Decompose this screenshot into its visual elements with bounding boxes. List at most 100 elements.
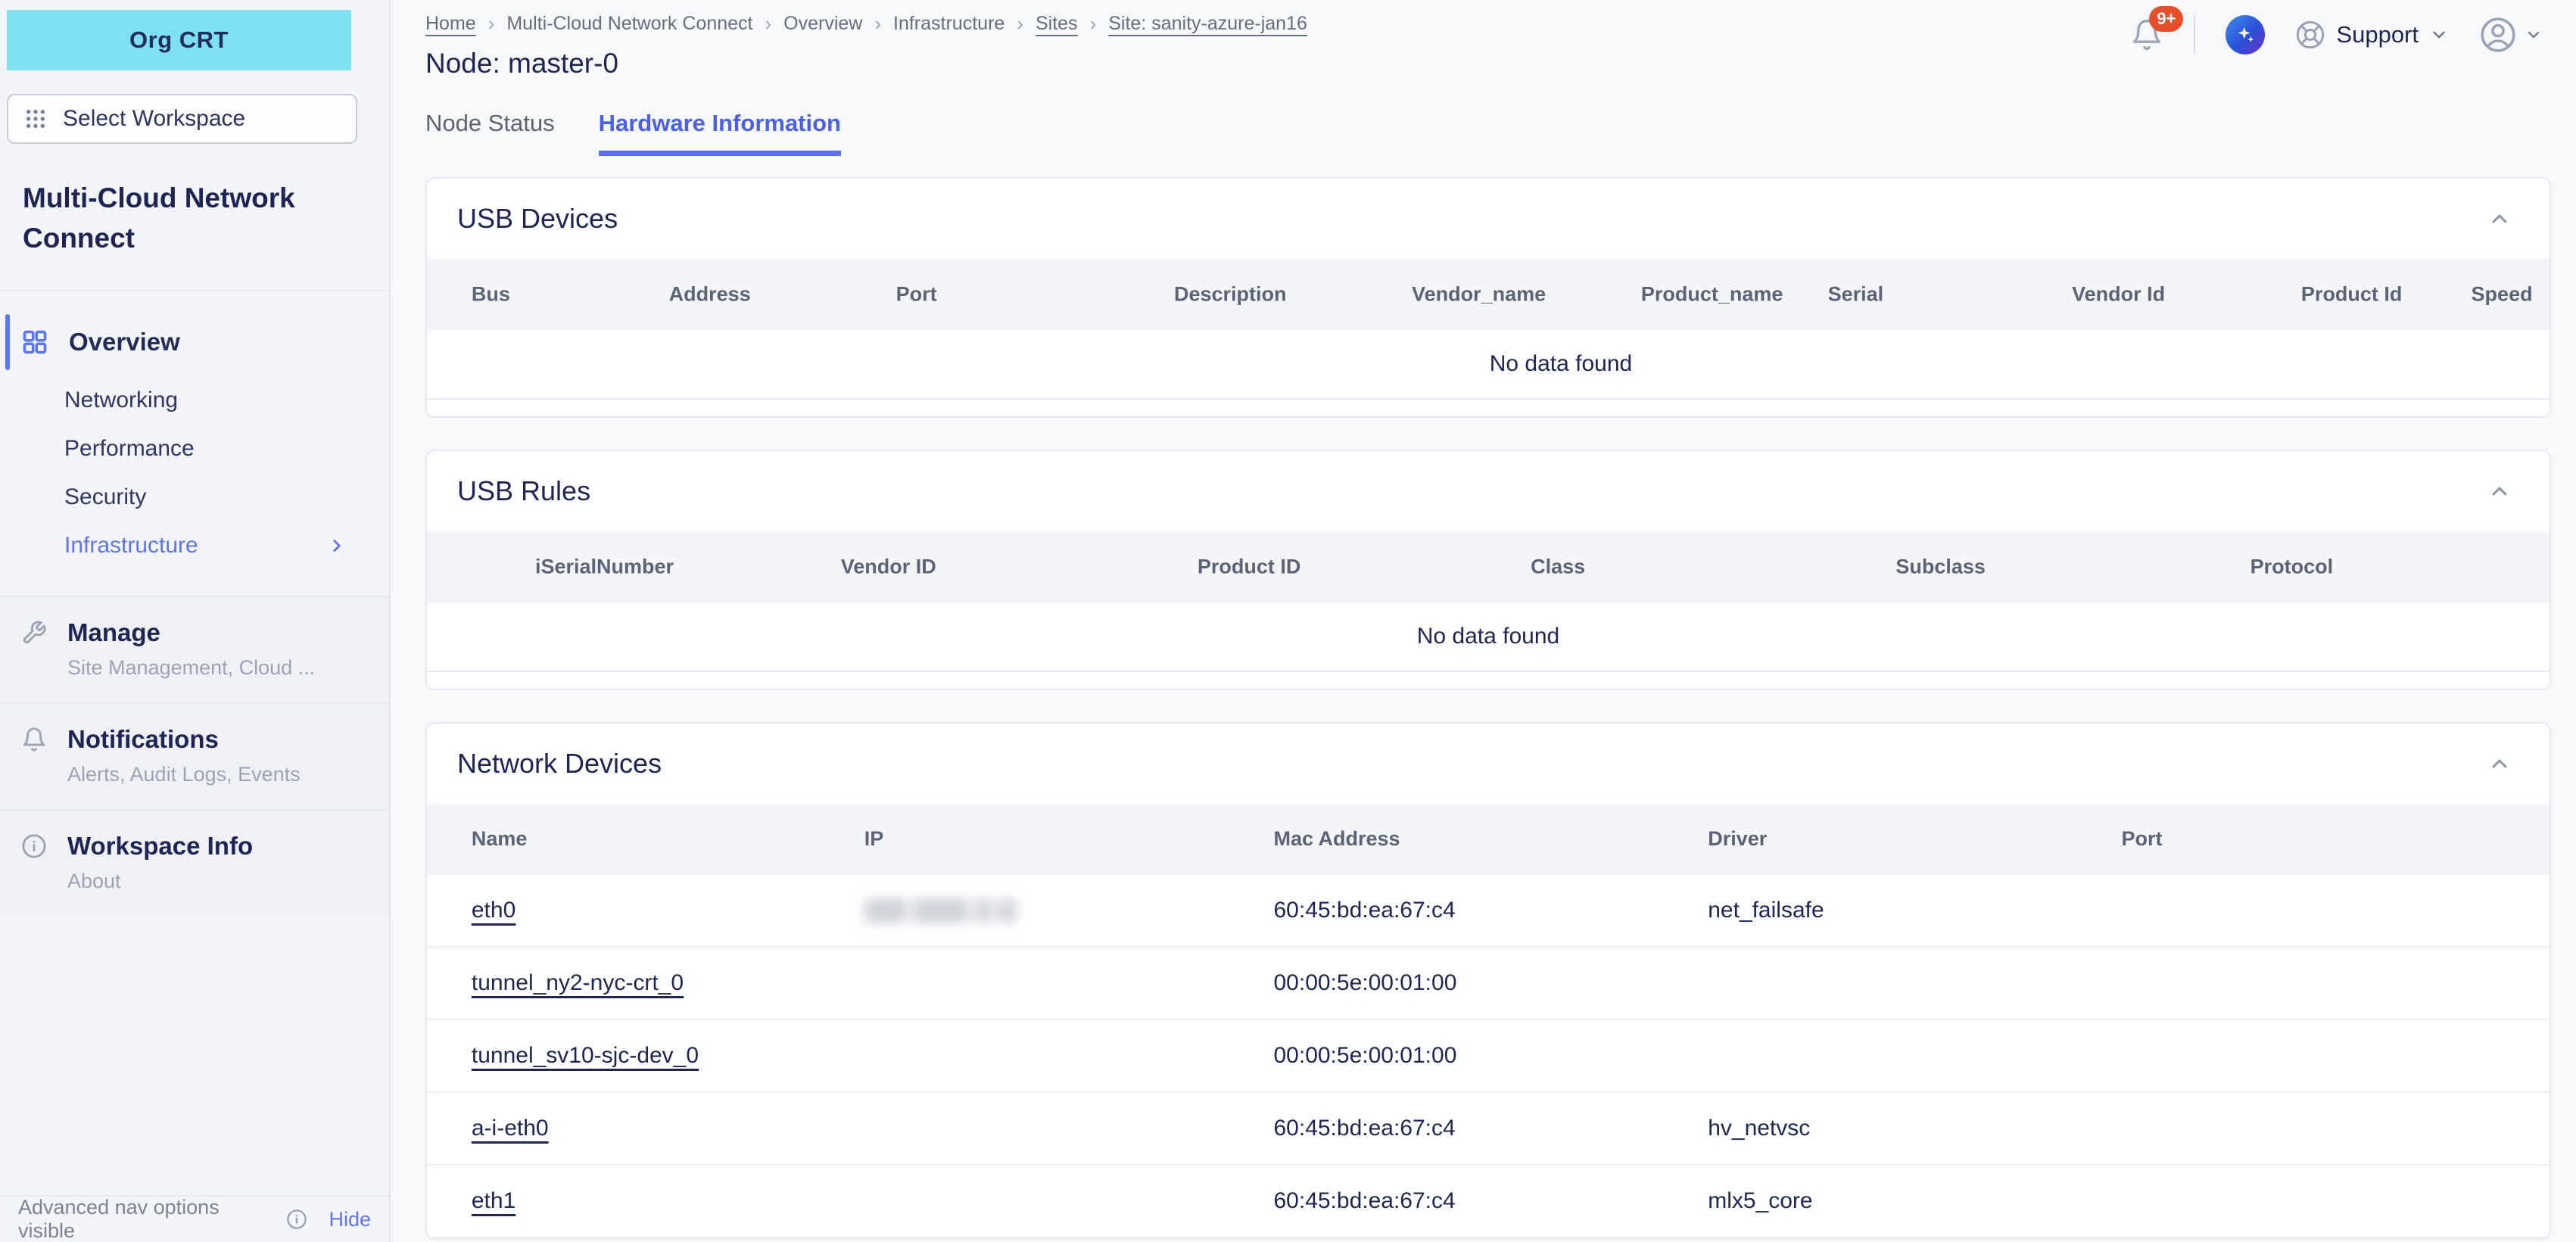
column-header: Port [896,282,937,306]
sidebar-footer: Advanced nav options visible Hide [0,1195,389,1242]
sidebar-item-subtitle: About [67,870,389,893]
breadcrumb-infrastructure[interactable]: Infrastructure [893,13,1005,35]
sidebar-item-workspace-info[interactable]: Workspace Info About [0,809,389,916]
breadcrumb-home[interactable]: Home [425,13,476,35]
mac-address-cell: 60:45:bd:ea:67:c4 [1273,1116,1708,1141]
column-header: Vendor_name [1412,282,1546,306]
usb-devices-card: USB Devices Bus Address Port Description… [425,177,2551,418]
sidebar-item-label: Infrastructure [64,533,198,559]
tab-node-status[interactable]: Node Status [425,110,555,156]
support-label: Support [2336,21,2419,48]
sidebar-item-infrastructure[interactable]: Infrastructure [0,521,389,570]
sidebar-item-label: Security [64,484,146,510]
ai-assistant-button[interactable] [2226,15,2265,54]
breadcrumb-separator: › [874,12,881,36]
collapse-chevron-icon[interactable] [2487,207,2512,231]
column-header: IP [864,827,1274,851]
breadcrumb-overview[interactable]: Overview [783,13,862,35]
device-link-a-i-eth0[interactable]: a-i-eth0 [472,1116,549,1141]
breadcrumb-separator: › [488,12,495,36]
redacted-ip-value [864,898,1274,923]
tab-hardware-information[interactable]: Hardware Information [599,110,841,156]
mac-address-cell: 60:45:bd:ea:67:c4 [1273,1188,1708,1214]
sidebar-item-subtitle: Alerts, Audit Logs, Events [67,763,389,786]
dashboard-icon [21,328,48,356]
device-link-tunnel-ny2[interactable]: tunnel_ny2-nyc-crt_0 [472,970,684,996]
card-title: USB Rules [457,475,590,507]
breadcrumb-separator: › [765,12,771,36]
collapse-chevron-icon[interactable] [2487,752,2512,776]
breadcrumb-sites[interactable]: Sites [1036,13,1078,35]
main-area: Home › Multi-Cloud Network Connect › Ove… [391,0,2576,1242]
sidebar-item-label: Notifications [67,725,219,754]
column-header: iSerialNumber [535,555,674,578]
hide-nav-link[interactable]: Hide [329,1208,371,1231]
lifebuoy-icon [2295,20,2325,50]
workspace-title: Multi-Cloud Network Connect [0,144,389,290]
column-header: Subclass [1895,555,1986,578]
table-row: eth1 60:45:bd:ea:67:c4 mlx5_core [427,1166,2550,1238]
sidebar-item-label: Workspace Info [67,832,253,861]
breadcrumb-separator: › [1017,12,1023,36]
breadcrumb-separator: › [1090,12,1097,36]
advanced-nav-text: Advanced nav options visible [18,1196,276,1242]
table-header-row: Name IP Mac Address Driver Port [427,803,2550,875]
notifications-bell-button[interactable]: 9+ [2130,18,2163,51]
active-indicator [5,314,10,370]
column-header: Driver [1708,827,2121,851]
column-header: Name [472,827,864,851]
topbar: Home › Multi-Cloud Network Connect › Ove… [391,0,2576,79]
device-link-eth0[interactable]: eth0 [472,898,516,923]
sidebar-item-label: Overview [69,328,180,356]
sidebar: Org CRT Select Workspace Multi-Cloud Net… [0,0,391,1242]
table-row: eth0 60:45:bd:ea:67:c4 net_failsafe [427,875,2550,948]
column-header: Product_name [1641,282,1783,306]
sidebar-item-label: Networking [64,388,178,413]
info-circle-icon [286,1209,307,1230]
account-menu[interactable] [2479,16,2543,54]
divider [2194,15,2195,54]
org-banner: Org CRT [7,10,351,70]
sidebar-item-security[interactable]: Security [0,473,389,521]
bell-icon [21,727,47,752]
sidebar-item-notifications[interactable]: Notifications Alerts, Audit Logs, Events [0,702,389,809]
column-header: Port [2121,827,2550,851]
card-footer [427,400,2550,416]
info-icon [21,833,47,859]
mac-address-cell: 00:00:5e:00:01:00 [1273,1043,1708,1069]
sidebar-item-manage[interactable]: Manage Site Management, Cloud ... [0,596,389,702]
driver-cell: mlx5_core [1708,1188,2121,1214]
network-devices-card: Network Devices Name IP Mac Address Driv… [425,722,2551,1240]
empty-state: No data found [427,330,2550,400]
table-row: a-i-eth0 60:45:bd:ea:67:c4 hv_netvsc [427,1093,2550,1166]
table-header-row: Bus Address Port Description Vendor_name… [427,258,2550,330]
sparkle-icon [2234,23,2257,46]
empty-state-text: No data found [1417,624,1559,649]
mac-address-cell: 00:00:5e:00:01:00 [1273,970,1708,996]
column-header: Protocol [2250,555,2334,578]
chevron-down-icon [2429,25,2449,45]
select-workspace-button[interactable]: Select Workspace [7,94,357,144]
tab-bar: Node Status Hardware Information [391,79,2576,156]
card-title: Network Devices [457,748,662,780]
grid-dots-icon [23,107,48,131]
table-header-row: iSerialNumber Vendor ID Product ID Class… [427,531,2550,602]
device-link-tunnel-sv10[interactable]: tunnel_sv10-sjc-dev_0 [472,1043,699,1069]
breadcrumb-mcn-connect[interactable]: Multi-Cloud Network Connect [506,13,752,35]
empty-state: No data found [427,602,2550,672]
card-title: USB Devices [457,203,618,235]
sidebar-item-networking[interactable]: Networking [0,376,389,425]
avatar-icon [2479,16,2517,54]
collapse-chevron-icon[interactable] [2487,479,2512,503]
app-root: Org CRT Select Workspace Multi-Cloud Net… [0,0,2576,1242]
support-menu[interactable]: Support [2295,20,2449,50]
device-link-eth1[interactable]: eth1 [472,1188,516,1214]
table-row: tunnel_sv10-sjc-dev_0 00:00:5e:00:01:00 [427,1020,2550,1093]
sidebar-item-label: Manage [67,618,160,647]
content-area: USB Devices Bus Address Port Description… [391,156,2576,1242]
column-header: Vendor Id [2072,282,2165,306]
sidebar-item-overview[interactable]: Overview [0,308,389,376]
breadcrumb-site-name[interactable]: Site: sanity-azure-jan16 [1108,13,1307,35]
sidebar-item-performance[interactable]: Performance [0,425,389,473]
column-header: Bus [472,282,510,306]
